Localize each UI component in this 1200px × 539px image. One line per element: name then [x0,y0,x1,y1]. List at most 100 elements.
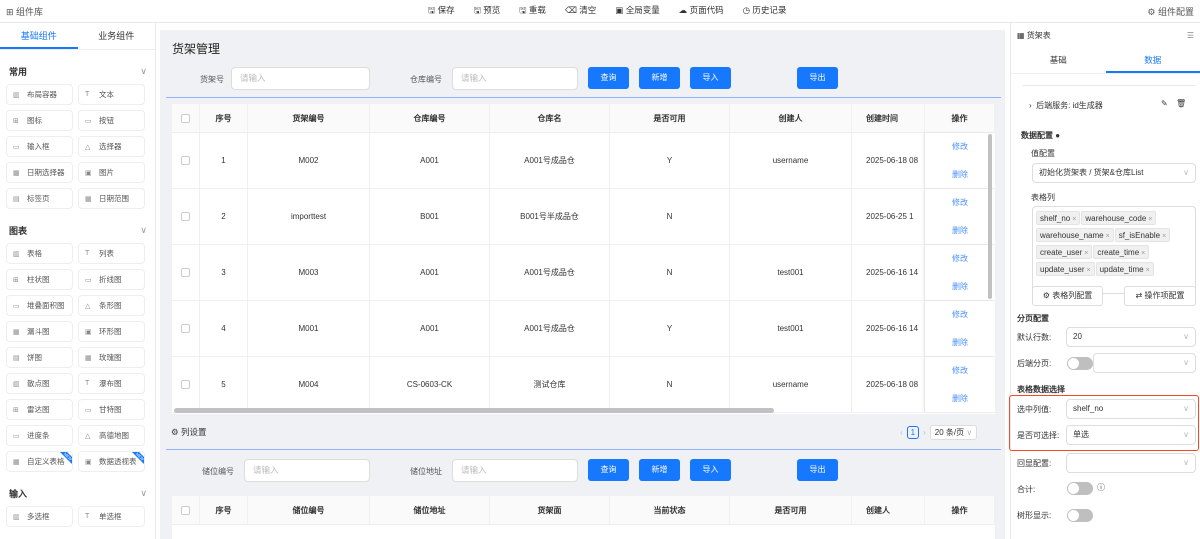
close-icon[interactable]: × [1141,250,1145,257]
location-no-input[interactable]: 请输入 [244,459,370,482]
component-item[interactable]: ▭ 按钮 [78,110,145,131]
save-button[interactable]: 🖫 保存 [428,4,455,19]
component-item[interactable]: T 列表 [78,243,145,264]
section-header[interactable]: 常用 ∨ [0,58,155,84]
tab-basic-components[interactable]: 基础组件 [0,23,78,49]
component-item[interactable]: ⊞ 图标 [6,110,73,131]
close-icon[interactable]: × [1146,267,1150,274]
edit-link[interactable]: 修改 [952,309,968,320]
close-icon[interactable]: × [1084,250,1088,257]
row-checkbox[interactable] [181,380,190,389]
column-header[interactable]: 储位地址 [370,496,490,524]
component-item[interactable]: ▭ 输入框 [6,136,73,157]
edit-link[interactable]: 修改 [952,197,968,208]
tab-data[interactable]: 数据 [1105,47,1200,73]
column-tag[interactable]: create_user × [1036,245,1093,259]
row-checkbox[interactable] [181,212,190,221]
component-item[interactable]: ▭ 堆叠面积图 [6,295,73,316]
column-header[interactable]: 创建人 [852,496,925,524]
column-tag[interactable]: warehouse_name × [1036,228,1114,242]
component-item[interactable]: ⊞ 柱状图 [6,269,73,290]
add-button[interactable]: 新增 [639,459,680,481]
column-header[interactable]: 操作 [925,104,995,132]
component-item[interactable]: ▣ 环形图 [78,321,145,342]
close-icon[interactable]: × [1086,267,1090,274]
global-vars-button[interactable]: ▣ 全局变量 [615,4,659,19]
table-columns-select[interactable]: shelf_no × warehouse_code × warehouse_name × s… [1032,206,1196,294]
component-item[interactable]: ▦ 日期范围 [78,188,145,209]
page-code-button[interactable]: ☁ 页面代码 [679,4,724,19]
section-header[interactable]: 图表 ∨ [0,217,155,243]
close-icon[interactable]: × [1106,233,1110,240]
export-button[interactable]: 导出 [797,67,838,89]
column-header[interactable]: 创建人 [730,104,852,132]
operation-config-button[interactable]: ⇄ 操作项配置 [1124,286,1196,306]
component-item[interactable]: T 瀑布图 [78,373,145,394]
component-item[interactable]: T 文本 [78,84,145,105]
column-header[interactable]: 仓库编号 [370,104,490,132]
page-1[interactable]: 1 [906,426,920,439]
select-all-checkbox[interactable] [181,113,190,123]
component-item[interactable]: △ 高德地图 [78,425,145,446]
component-item[interactable]: ▭ 折线图 [78,269,145,290]
close-icon[interactable]: × [1072,216,1076,223]
delete-link[interactable]: 删除 [952,337,968,348]
component-item[interactable]: ▥ 表格 [6,243,73,264]
close-icon[interactable]: × [1162,233,1166,240]
component-item[interactable]: ⊞ 雷达图 [6,399,73,420]
column-header[interactable]: 操作 [925,496,995,524]
column-header[interactable]: 货架面 [490,496,610,524]
query-button[interactable]: 查询 [588,459,629,481]
component-item[interactable]: ▤ 标签页 [6,188,73,209]
column-header[interactable]: 是否可用 [730,496,852,524]
column-header[interactable]: 创建时间 [852,104,925,132]
backend-service[interactable]: › 后端服务: id生成器 [1029,100,1103,111]
component-item[interactable]: ▥ 多选框 [6,506,73,527]
column-header[interactable]: 储位编号 [248,496,370,524]
component-item[interactable]: △ 选择器 [78,136,145,157]
column-header[interactable]: 仓库名 [490,104,610,132]
page-size-select[interactable]: 20 条/页 ∨ [929,425,978,440]
history-button[interactable]: ◷ 历史记录 [743,4,787,19]
vertical-scrollbar[interactable] [988,134,992,299]
column-config-button[interactable]: ⚙ 表格列配置 [1032,286,1103,306]
delete-link[interactable]: 删除 [952,281,968,292]
selected-column-select[interactable]: shelf_no ∨ [1066,399,1196,419]
selectable-select[interactable]: 单选 ∨ [1066,425,1196,445]
query-button[interactable]: 查询 [588,67,629,89]
column-tag[interactable]: warehouse_code × [1081,211,1157,225]
row-checkbox[interactable] [181,156,190,165]
add-button[interactable]: 新增 [639,67,680,89]
column-tag[interactable]: update_user × [1036,262,1095,276]
tab-basic[interactable]: 基础 [1011,47,1106,73]
delete-link[interactable]: 删除 [952,393,968,404]
column-header[interactable]: 序号 [200,104,248,132]
component-item[interactable]: △ 条形图 [78,295,145,316]
column-settings-button[interactable]: ⚙ 列设置 [171,426,207,438]
prev-page-icon[interactable]: ‹ [900,428,903,437]
horizontal-scrollbar[interactable] [174,408,774,413]
section-header[interactable]: 输入 ∨ [0,480,155,506]
column-header[interactable]: 当前状态 [610,496,730,524]
import-button[interactable]: 导入 [690,67,731,89]
column-tag[interactable]: shelf_no × [1036,211,1081,225]
row-checkbox[interactable] [181,324,190,333]
close-icon[interactable]: × [1148,216,1152,223]
component-item[interactable]: T 单选框 [78,506,145,527]
component-item[interactable]: ▦ 自定义表格 NEW [6,451,73,472]
component-item[interactable]: ▭ 进度条 [6,425,73,446]
column-tag[interactable]: sf_isEnable × [1114,228,1171,242]
help-icon[interactable]: ⓘ [1097,482,1105,493]
edit-link[interactable]: 修改 [952,253,968,264]
column-header[interactable]: 货架编号 [248,104,370,132]
edit-icon[interactable]: ✎ [1161,99,1168,108]
preview-button[interactable]: 🖫 预览 [474,4,501,19]
edit-link[interactable]: 修改 [952,141,968,152]
column-tag[interactable]: update_time × [1095,262,1154,276]
value-config-select[interactable]: 初始化货架表 / 货架&仓库List ∨ [1032,163,1196,183]
clear-button[interactable]: ⌫ 清空 [565,4,596,19]
default-rows-select[interactable]: 20 ∨ [1066,327,1196,347]
component-item[interactable]: ▥ 布局容器 [6,84,73,105]
warehouse-code-input[interactable]: 请输入 [452,67,578,90]
component-item[interactable]: ▣ 图片 [78,162,145,183]
